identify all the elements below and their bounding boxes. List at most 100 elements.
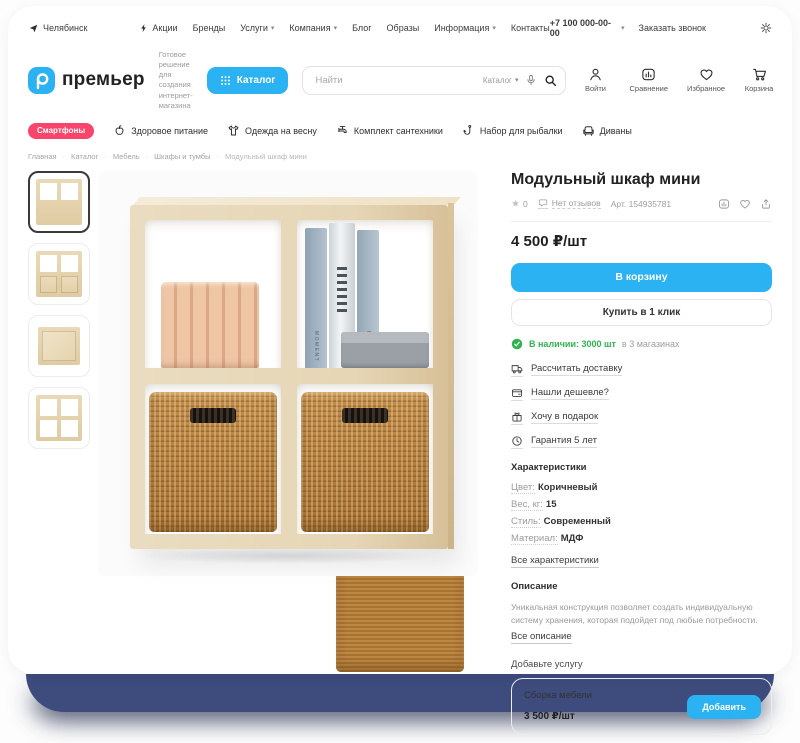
favorites-button[interactable]: Избранное — [687, 67, 725, 93]
category-smartphones-pill[interactable]: Смартфоны — [28, 123, 94, 139]
nav-company[interactable]: Компания▾ — [289, 23, 337, 33]
nav-looks[interactable]: Образы — [387, 23, 420, 33]
category-plumbing-kit[interactable]: Комплект сантехники — [336, 124, 443, 137]
shelf-illustration: MOMENT MOMENT — [130, 205, 448, 549]
search-input[interactable] — [313, 74, 475, 87]
topbar-right: +7 100 000-00-00▾ Заказать звонок — [550, 18, 772, 38]
catalog-button[interactable]: Каталог — [207, 67, 289, 94]
stock-stores-link[interactable]: в 3 магазинах — [622, 339, 680, 349]
thumbnail-1[interactable] — [28, 171, 90, 233]
star-icon — [511, 199, 520, 208]
specs-title: Характеристики — [511, 462, 772, 473]
sun-icon — [760, 22, 772, 34]
all-description-link[interactable]: Все описание — [511, 631, 572, 644]
gallery-thumbnails — [28, 171, 90, 743]
login-button[interactable]: Войти — [580, 67, 610, 93]
search-icon[interactable] — [544, 74, 557, 87]
found-cheaper-link[interactable]: Нашли дешевле? — [511, 387, 772, 401]
ribbed-box — [161, 282, 259, 368]
wallet-icon — [511, 387, 523, 401]
add-service-button[interactable]: Добавить — [687, 695, 761, 719]
compare-button[interactable]: Сравнение — [629, 67, 668, 93]
warranty-link[interactable]: Гарантия 5 лет — [511, 435, 772, 449]
theme-toggle[interactable] — [760, 22, 772, 34]
category-healthy-food[interactable]: Здоровое питание — [113, 124, 208, 137]
topbar-nav: Акции Бренды Услуги▾ Компания▾ Блог Обра… — [139, 23, 549, 33]
logo-text: премьер — [62, 69, 145, 91]
logo-icon — [28, 67, 55, 94]
product-sku: Арт. 154935781 — [611, 199, 671, 209]
breadcrumb-home[interactable]: Главная — [28, 152, 65, 161]
city-selector[interactable]: Челябинск — [28, 23, 87, 34]
city-label: Челябинск — [43, 23, 87, 33]
tshirt-icon — [227, 124, 240, 137]
wicker-basket — [149, 392, 277, 532]
spec-row: Материал:МДФ — [511, 533, 772, 544]
thumbnail-4[interactable] — [28, 387, 90, 449]
compare-icon — [641, 67, 656, 82]
cart-icon — [752, 67, 767, 82]
service-card: Сборка мебели 3 500 ₽/шт Добавить — [511, 678, 772, 735]
share-icon[interactable] — [760, 198, 772, 210]
all-specs-link[interactable]: Все характеристики — [511, 555, 599, 568]
buy-one-click-button[interactable]: Купить в 1 клик — [511, 299, 772, 326]
breadcrumb: Главная Каталог Мебель Шкафы и тумбы Мод… — [28, 139, 772, 161]
topbar: Челябинск Акции Бренды Услуги▾ Компания▾… — [28, 6, 772, 38]
add-to-cart-button[interactable]: В корзину — [511, 263, 772, 292]
nav-blog[interactable]: Блог — [352, 23, 371, 33]
check-circle-icon — [511, 338, 523, 350]
gift-icon — [511, 411, 523, 425]
grid-icon — [220, 75, 231, 86]
callback-link[interactable]: Заказать звонок — [639, 23, 706, 33]
nav-promos[interactable]: Акции — [139, 23, 177, 33]
breadcrumb-furniture[interactable]: Мебель — [113, 152, 148, 161]
nav-brands[interactable]: Бренды — [193, 23, 226, 33]
header-actions: Войти Сравнение Избранное Корзина — [580, 67, 774, 93]
category-spring-clothes[interactable]: Одежда на весну — [227, 124, 317, 137]
reviews-link[interactable]: Нет отзывов — [538, 198, 601, 209]
truck-icon — [511, 363, 523, 377]
category-fishing-set[interactable]: Набор для рыбалки — [462, 124, 563, 137]
phone-dropdown[interactable]: +7 100 000-00-00▾ — [550, 18, 625, 38]
chevron-down-icon: ▾ — [515, 77, 519, 84]
gift-link[interactable]: Хочу в подарок — [511, 411, 772, 425]
cart-button[interactable]: Корзина — [744, 67, 774, 93]
logo[interactable]: премьер — [28, 67, 145, 94]
category-sofas[interactable]: Диваны — [582, 124, 632, 137]
lightning-icon — [139, 23, 149, 33]
user-icon — [588, 67, 603, 82]
gray-box — [341, 332, 429, 368]
thumbnail-3[interactable] — [28, 315, 90, 377]
product-photo[interactable]: MOMENT MOMENT — [98, 171, 478, 576]
stock-count: В наличии: 3000 шт — [529, 339, 616, 349]
product-meta: 0 Нет отзывов Арт. 154935781 — [511, 198, 772, 210]
chevron-down-icon: ▾ — [621, 25, 625, 32]
delivery-calc-link[interactable]: Рассчитать доставку — [511, 363, 772, 377]
nav-info[interactable]: Информация▾ — [434, 23, 496, 33]
page: Челябинск Акции Бренды Услуги▾ Компания▾… — [0, 0, 800, 743]
location-icon — [28, 23, 39, 34]
search-scope-dropdown[interactable]: Каталог▾ — [483, 76, 519, 85]
spec-row: Цвет:Коричневый — [511, 482, 772, 493]
chevron-down-icon: ▾ — [271, 25, 275, 32]
heart-icon[interactable] — [739, 198, 751, 210]
breadcrumb-current: Модульный шкаф мини — [225, 152, 307, 161]
chevron-down-icon: ▾ — [492, 25, 496, 32]
nav-contacts[interactable]: Контакты — [511, 23, 550, 33]
faucet-icon — [336, 124, 349, 137]
thumbnail-2[interactable] — [28, 243, 90, 305]
microphone-icon[interactable] — [525, 74, 537, 86]
nav-services[interactable]: Услуги▾ — [240, 23, 274, 33]
compare-icon[interactable] — [718, 198, 730, 210]
main-card: Челябинск Акции Бренды Услуги▾ Компания▾… — [8, 6, 792, 674]
search-bar: Каталог▾ — [302, 66, 566, 95]
breadcrumb-catalog[interactable]: Каталог — [71, 152, 107, 161]
rating-value: 0 — [523, 199, 528, 209]
fishing-hook-icon — [462, 124, 475, 137]
spec-row: Вес, кг:15 — [511, 499, 772, 510]
breadcrumb-cabinets[interactable]: Шкафы и тумбы — [154, 152, 219, 161]
spec-row: Стиль:Современный — [511, 516, 772, 527]
book-spine: MOMENT — [305, 228, 327, 368]
apple-icon — [113, 124, 126, 137]
service-section-title: Добавьте услугу — [511, 659, 772, 670]
